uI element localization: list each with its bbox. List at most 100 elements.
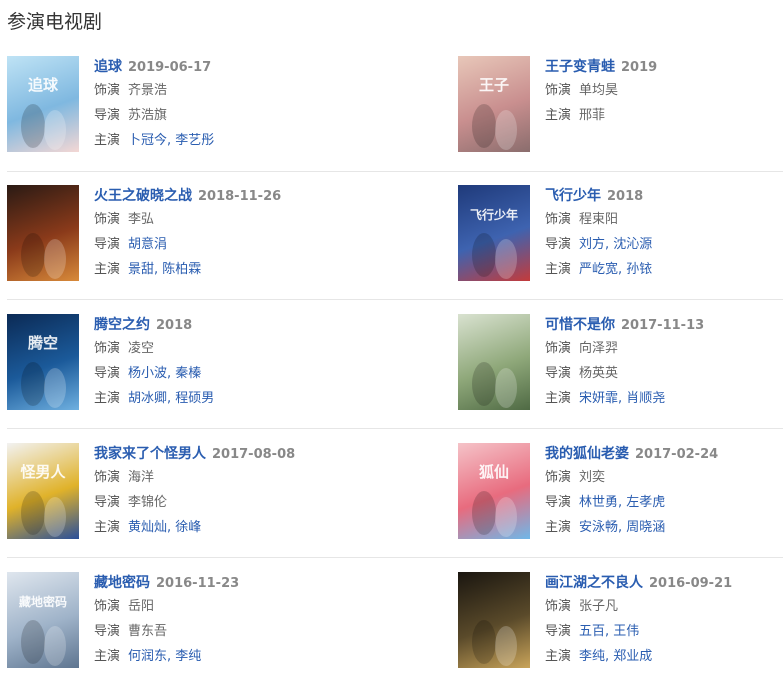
series-title-link[interactable]: 画江湖之不良人 xyxy=(545,575,643,591)
director-row: 导演 苏浩旗 xyxy=(94,104,334,128)
role-value: 凌空 xyxy=(128,341,155,356)
role-label: 饰演 xyxy=(545,212,572,227)
cast-label: 主演 xyxy=(94,133,121,148)
release-date: 2018-11-26 xyxy=(198,189,282,204)
role-value: 齐景浩 xyxy=(128,83,168,98)
poster-image[interactable]: 狐仙 xyxy=(458,443,530,539)
director-row: 导演 曹东吾 xyxy=(94,620,334,644)
release-date: 2017-08-08 xyxy=(212,447,296,462)
title-line: 我的狐仙老婆 2017-02-24 xyxy=(545,443,783,465)
cast-label: 主演 xyxy=(545,520,572,535)
tv-series-item: 飞行少年 飞行少年 2018 饰演 程束阳 导演 刘方, 沈沁源 主演 严屹宽, 孙铱 xyxy=(458,185,783,285)
poster-art: 王子 xyxy=(472,76,517,150)
cast-value[interactable]: 卜冠今, 李艺彤 xyxy=(128,133,214,148)
role-row: 饰演 刘奕 xyxy=(545,466,783,490)
poster-image[interactable]: 藏地密码 xyxy=(7,572,79,668)
poster-image[interactable]: 怪男人 xyxy=(7,443,79,539)
role-value: 张子凡 xyxy=(579,599,619,614)
cast-label: 主演 xyxy=(545,108,572,123)
series-title-link[interactable]: 追球 xyxy=(94,59,122,75)
row-divider xyxy=(7,557,783,558)
director-row: 导演 林世勇, 左孝虎 xyxy=(545,491,783,515)
director-label: 导演 xyxy=(94,237,121,252)
cast-value[interactable]: 胡冰卿, 程硕男 xyxy=(128,391,214,406)
poster-art xyxy=(472,620,517,666)
role-value: 刘奕 xyxy=(579,470,606,485)
director-row: 导演 杨小波, 秦榛 xyxy=(94,362,334,386)
role-label: 饰演 xyxy=(94,470,121,485)
svg-text:王子: 王子 xyxy=(479,76,509,94)
series-info: 腾空之约 2018 饰演 凌空 导演 杨小波, 秦榛主演 胡冰卿, 程硕男 xyxy=(94,314,334,411)
cast-value[interactable]: 景甜, 陈柏霖 xyxy=(128,262,201,277)
poster-image[interactable] xyxy=(7,185,79,281)
poster-art: 腾空 xyxy=(21,334,66,408)
title-line: 画江湖之不良人 2016-09-21 xyxy=(545,572,783,594)
director-value: 杨英英 xyxy=(579,366,619,381)
poster-image[interactable]: 王子 xyxy=(458,56,530,152)
role-row: 饰演 向泽羿 xyxy=(545,337,783,361)
poster-image[interactable]: 飞行少年 xyxy=(458,185,530,281)
role-label: 饰演 xyxy=(545,83,572,98)
poster-image[interactable] xyxy=(458,314,530,410)
director-value: 苏浩旗 xyxy=(128,108,168,123)
director-row: 导演 李锦伦 xyxy=(94,491,334,515)
series-title-link[interactable]: 可惜不是你 xyxy=(545,317,615,333)
series-title-link[interactable]: 火王之破晓之战 xyxy=(94,188,192,204)
role-label: 饰演 xyxy=(94,212,121,227)
series-info: 我的狐仙老婆 2017-02-24 饰演 刘奕 导演 林世勇, 左孝虎主演 安泳畅, 周晓涵 xyxy=(545,443,783,540)
series-title-link[interactable]: 藏地密码 xyxy=(94,575,150,591)
series-title-link[interactable]: 我家来了个怪男人 xyxy=(94,446,206,462)
director-value[interactable]: 林世勇, 左孝虎 xyxy=(579,495,665,510)
series-info: 画江湖之不良人 2016-09-21 饰演 张子凡 导演 五百, 王伟 主演 李纯, 郑业成 xyxy=(545,572,783,669)
poster-art xyxy=(472,362,517,408)
role-row: 饰演 张子凡 xyxy=(545,595,783,619)
cast-value[interactable]: 严屹宽, 孙铱 xyxy=(579,262,652,277)
cast-row: 主演 卜冠今, 李艺彤 xyxy=(94,129,334,153)
series-info: 王子变青蛙 2019 饰演 单均昊 主演 邢菲 xyxy=(545,56,783,128)
tv-series-item: 腾空 腾空之约 2018 饰演 凌空 导演 杨小波, 秦榛主演 胡冰卿, 程硕男 xyxy=(7,314,337,414)
role-row: 饰演 凌空 xyxy=(94,337,334,361)
cast-row: 主演 何润东, 李纯 xyxy=(94,645,334,669)
series-title-link[interactable]: 飞行少年 xyxy=(545,188,601,204)
poster-art: 狐仙 xyxy=(472,463,517,537)
director-value[interactable]: 刘方, 沈沁源 xyxy=(579,237,652,252)
series-title-link[interactable]: 腾空之约 xyxy=(94,317,150,333)
svg-text:狐仙: 狐仙 xyxy=(479,463,509,481)
series-title-link[interactable]: 我的狐仙老婆 xyxy=(545,446,629,462)
title-line: 飞行少年 2018 xyxy=(545,185,783,207)
director-value[interactable]: 五百, 王伟 xyxy=(579,624,639,639)
cast-value[interactable]: 宋妍霏, 肖顺尧 xyxy=(579,391,665,406)
cast-label: 主演 xyxy=(94,391,121,406)
release-date: 2018 xyxy=(156,318,193,333)
cast-value[interactable]: 李纯, 郑业成 xyxy=(579,649,652,664)
director-label: 导演 xyxy=(94,624,121,639)
director-value: 李锦伦 xyxy=(128,495,168,510)
role-value: 李弘 xyxy=(128,212,155,227)
cast-label: 主演 xyxy=(545,391,572,406)
title-line: 藏地密码 2016-11-23 xyxy=(94,572,334,594)
series-info: 火王之破晓之战 2018-11-26 饰演 李弘 导演 胡意涓 主演 景甜, 陈柏霖 xyxy=(94,185,334,282)
director-value[interactable]: 胡意涓 xyxy=(128,237,167,252)
poster-art: 飞行少年 xyxy=(470,207,518,279)
poster-image[interactable] xyxy=(458,572,530,668)
cast-label: 主演 xyxy=(94,520,121,535)
cast-value[interactable]: 何润东, 李纯 xyxy=(128,649,201,664)
director-value[interactable]: 杨小波, 秦榛 xyxy=(128,366,201,381)
series-title-link[interactable]: 王子变青蛙 xyxy=(545,59,615,75)
role-label: 饰演 xyxy=(545,599,572,614)
role-row: 饰演 程束阳 xyxy=(545,208,783,232)
director-value: 曹东吾 xyxy=(128,624,168,639)
director-row: 导演 五百, 王伟 xyxy=(545,620,783,644)
role-value: 单均昊 xyxy=(579,83,619,98)
release-date: 2019 xyxy=(621,60,658,75)
poster-image[interactable]: 追球 xyxy=(7,56,79,152)
cast-value[interactable]: 黄灿灿, 徐峰 xyxy=(128,520,201,535)
title-line: 腾空之约 2018 xyxy=(94,314,334,336)
title-line: 火王之破晓之战 2018-11-26 xyxy=(94,185,334,207)
series-info: 藏地密码 2016-11-23 饰演 岳阳 导演 曹东吾 主演 何润东, 李纯 xyxy=(94,572,334,669)
tv-series-item: 火王之破晓之战 2018-11-26 饰演 李弘 导演 胡意涓 主演 景甜, 陈柏霖 xyxy=(7,185,337,285)
series-info: 可惜不是你 2017-11-13 饰演 向泽羿 导演 杨英英 主演 宋妍霏, 肖顺尧 xyxy=(545,314,783,411)
cast-value[interactable]: 安泳畅, 周晓涵 xyxy=(579,520,665,535)
poster-image[interactable]: 腾空 xyxy=(7,314,79,410)
release-date: 2019-06-17 xyxy=(128,60,212,75)
